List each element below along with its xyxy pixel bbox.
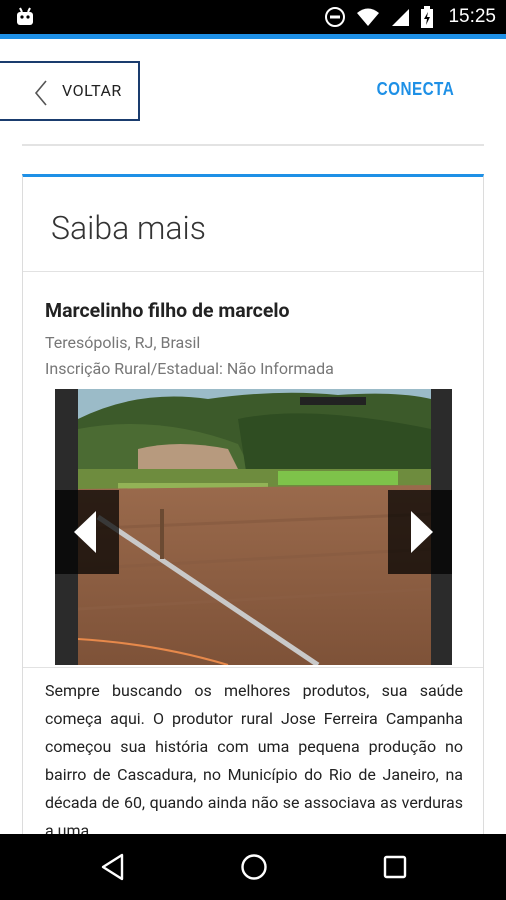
brand-link[interactable]: CONECTA [377,79,454,100]
status-icons: 15:25 [324,5,496,29]
chevron-left-icon [34,80,47,106]
farm-description: Sempre buscando os melhores produtos, su… [45,681,463,840]
farm-registration: Inscrição Rural/Estadual: Não Informada [45,359,334,378]
info-card: Saiba mais Marcelinho filho de marcelo T… [22,174,484,874]
clock: 15:25 [448,6,496,27]
header-divider [22,144,484,146]
battery-charging-icon [421,6,434,28]
description-divider [23,667,483,668]
system-nav-bar [0,834,506,900]
wifi-icon [357,8,380,26]
farm-location: Teresópolis, RJ, Brasil [45,333,201,352]
status-bar: 15:25 [0,0,506,39]
back-triangle-icon[interactable] [100,852,126,882]
gallery-next-button[interactable] [388,490,452,574]
farm-name: Marcelinho filho de marcelo [45,299,290,322]
gallery-prev-button[interactable] [55,490,119,574]
signal-icon [392,9,410,26]
card-header: Saiba mais [23,177,483,272]
dnd-icon [325,7,346,27]
home-circle-icon[interactable] [240,852,268,882]
back-button[interactable]: VOLTAR [0,61,140,121]
card-title: Saiba mais [51,209,206,247]
arrow-left-icon [74,511,96,553]
back-button-label: VOLTAR [62,81,122,100]
top-bar: VOLTAR CONECTA [0,39,506,144]
photo-gallery[interactable] [55,389,452,665]
android-icon [17,7,33,25]
farm-photo [78,389,431,665]
arrow-right-icon [411,511,433,553]
recents-square-icon[interactable] [382,852,408,882]
